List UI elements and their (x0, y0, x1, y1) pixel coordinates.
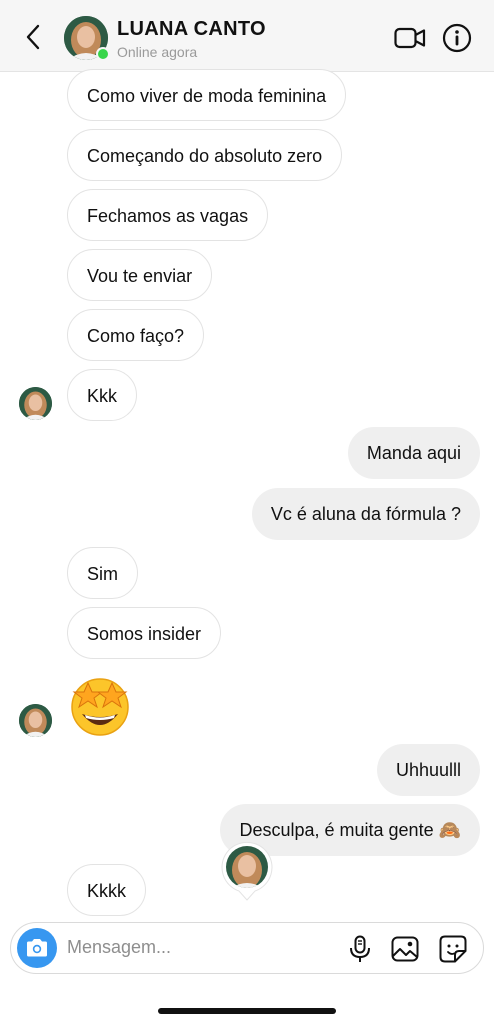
message-bubble[interactable]: Como faço? (67, 309, 205, 361)
message-bubble[interactable]: Sim (67, 547, 138, 599)
chevron-left-icon (26, 24, 40, 50)
sticker-button[interactable] (439, 935, 467, 963)
seen-avatar-indicator (221, 841, 273, 901)
video-call-button[interactable] (393, 24, 427, 52)
message-bubble[interactable]: Kkkk (67, 864, 147, 916)
star-struck-emoji-message[interactable] (68, 674, 132, 738)
sticker-icon (439, 935, 467, 963)
info-button[interactable] (441, 22, 473, 54)
info-icon (442, 23, 472, 53)
message-bubble[interactable]: Começando do absoluto zero (67, 129, 343, 181)
message-bubble-outgoing[interactable]: Vc é aluna da fórmula ? (251, 488, 480, 540)
message-bubble[interactable]: Kkk (67, 369, 138, 421)
image-icon (391, 936, 419, 962)
message-bubble[interactable]: Vou te enviar (67, 249, 213, 301)
contact-name[interactable]: LUANA CANTO (117, 18, 266, 41)
back-button[interactable] (18, 20, 48, 54)
camera-icon (27, 939, 47, 957)
home-indicator (158, 1008, 336, 1014)
message-bubble-outgoing[interactable]: Manda aqui (347, 427, 480, 479)
message-bubble[interactable]: Fechamos as vagas (67, 189, 269, 241)
message-bubble-outgoing[interactable]: Uhhuulll (376, 744, 480, 796)
star-struck-icon (71, 678, 129, 736)
gallery-button[interactable] (391, 935, 419, 963)
contact-status: Online agora (117, 44, 198, 60)
video-camera-icon (394, 27, 426, 49)
microphone-button[interactable] (347, 935, 373, 963)
message-input[interactable]: Mensagem... (67, 937, 171, 958)
online-indicator (96, 47, 110, 61)
chat-header: LUANA CANTO Online agora (0, 0, 494, 72)
microphone-icon (350, 935, 370, 962)
message-bubble[interactable]: Como viver de moda feminina (67, 69, 347, 121)
message-bubble[interactable]: Somos insider (67, 607, 222, 659)
sender-avatar[interactable] (19, 387, 52, 420)
sender-avatar[interactable] (19, 704, 52, 737)
contact-avatar[interactable] (64, 16, 110, 61)
message-composer: Mensagem... (10, 922, 484, 974)
camera-button[interactable] (17, 928, 57, 968)
